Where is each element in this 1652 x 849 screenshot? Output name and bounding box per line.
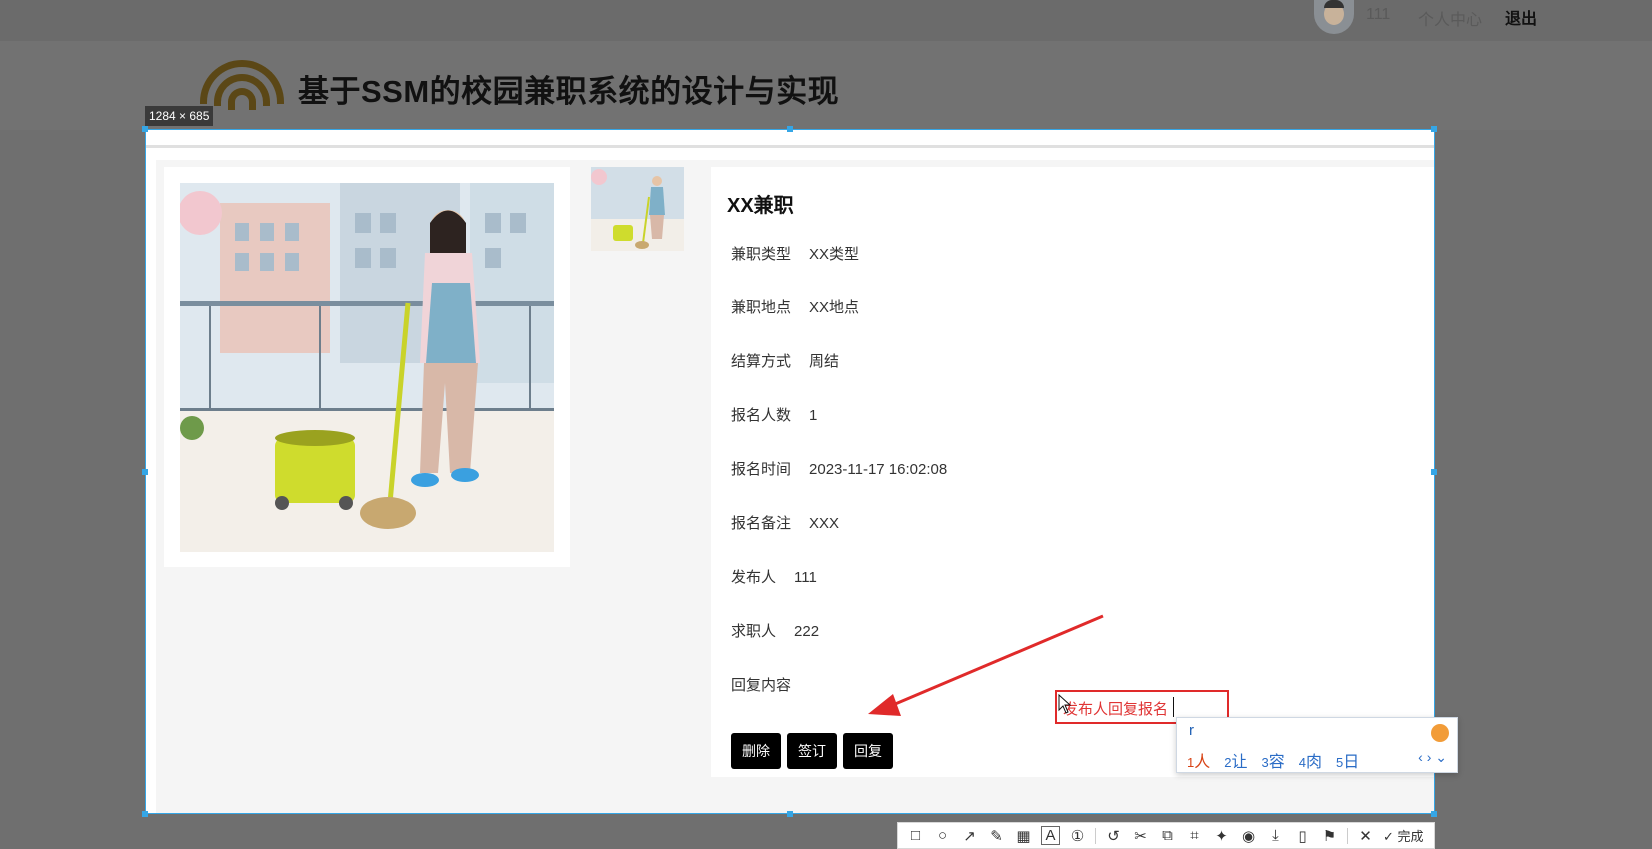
toolbar-separator bbox=[1347, 827, 1348, 844]
ime-logo-icon[interactable] bbox=[1431, 724, 1449, 742]
long-screenshot-icon[interactable]: ▯ bbox=[1293, 826, 1312, 845]
text-caret bbox=[1173, 697, 1174, 717]
pin-icon[interactable]: ✦ bbox=[1212, 826, 1231, 845]
cut-icon[interactable]: ✂ bbox=[1131, 826, 1150, 845]
ime-candidate[interactable]: 4肉 bbox=[1299, 748, 1322, 772]
screenshot-toolbar: □ ○ ↗ ✎ ▦ A ① ↺ ✂ ⧉ ⌗ ✦ ◉ ⤓ ▯ ⚑ ✕ ✓ 完成 bbox=[897, 822, 1435, 849]
ime-candidate-window: r 1人 2让 3容 4肉 5日 ‹ › ⌄ bbox=[1176, 717, 1458, 773]
undo-icon[interactable]: ↺ bbox=[1104, 826, 1123, 845]
ime-candidate[interactable]: 5日 bbox=[1336, 748, 1359, 772]
ime-input: r bbox=[1189, 722, 1194, 739]
ime-candidate[interactable]: 2让 bbox=[1224, 748, 1247, 772]
bookmark-icon[interactable]: ⚑ bbox=[1320, 826, 1339, 845]
text-icon[interactable]: A bbox=[1041, 826, 1060, 845]
record-icon[interactable]: ◉ bbox=[1239, 826, 1258, 845]
arrow-icon[interactable]: ↗ bbox=[960, 826, 979, 845]
ime-candidates: 1人 2让 3容 4肉 5日 bbox=[1187, 748, 1359, 772]
mosaic-icon[interactable]: ▦ bbox=[1014, 826, 1033, 845]
ime-page-nav-icon[interactable]: ‹ › ⌄ bbox=[1418, 749, 1447, 766]
done-button[interactable]: ✓ 完成 bbox=[1383, 826, 1424, 845]
number-icon[interactable]: ① bbox=[1068, 826, 1087, 845]
ime-candidate[interactable]: 3容 bbox=[1262, 748, 1285, 772]
pen-icon[interactable]: ✎ bbox=[987, 826, 1006, 845]
toolbar-separator bbox=[1095, 827, 1096, 844]
ocr-icon[interactable]: ⌗ bbox=[1185, 826, 1204, 845]
mouse-cursor-icon bbox=[1058, 694, 1072, 714]
download-icon[interactable]: ⤓ bbox=[1266, 826, 1285, 845]
close-icon[interactable]: ✕ bbox=[1356, 826, 1375, 845]
ellipse-icon[interactable]: ○ bbox=[933, 826, 952, 845]
copy-icon[interactable]: ⧉ bbox=[1158, 826, 1177, 845]
rectangle-icon[interactable]: □ bbox=[906, 826, 925, 845]
ime-candidate[interactable]: 1人 bbox=[1187, 748, 1210, 772]
text-annotation[interactable]: 发布人回复报名 bbox=[1063, 698, 1168, 719]
